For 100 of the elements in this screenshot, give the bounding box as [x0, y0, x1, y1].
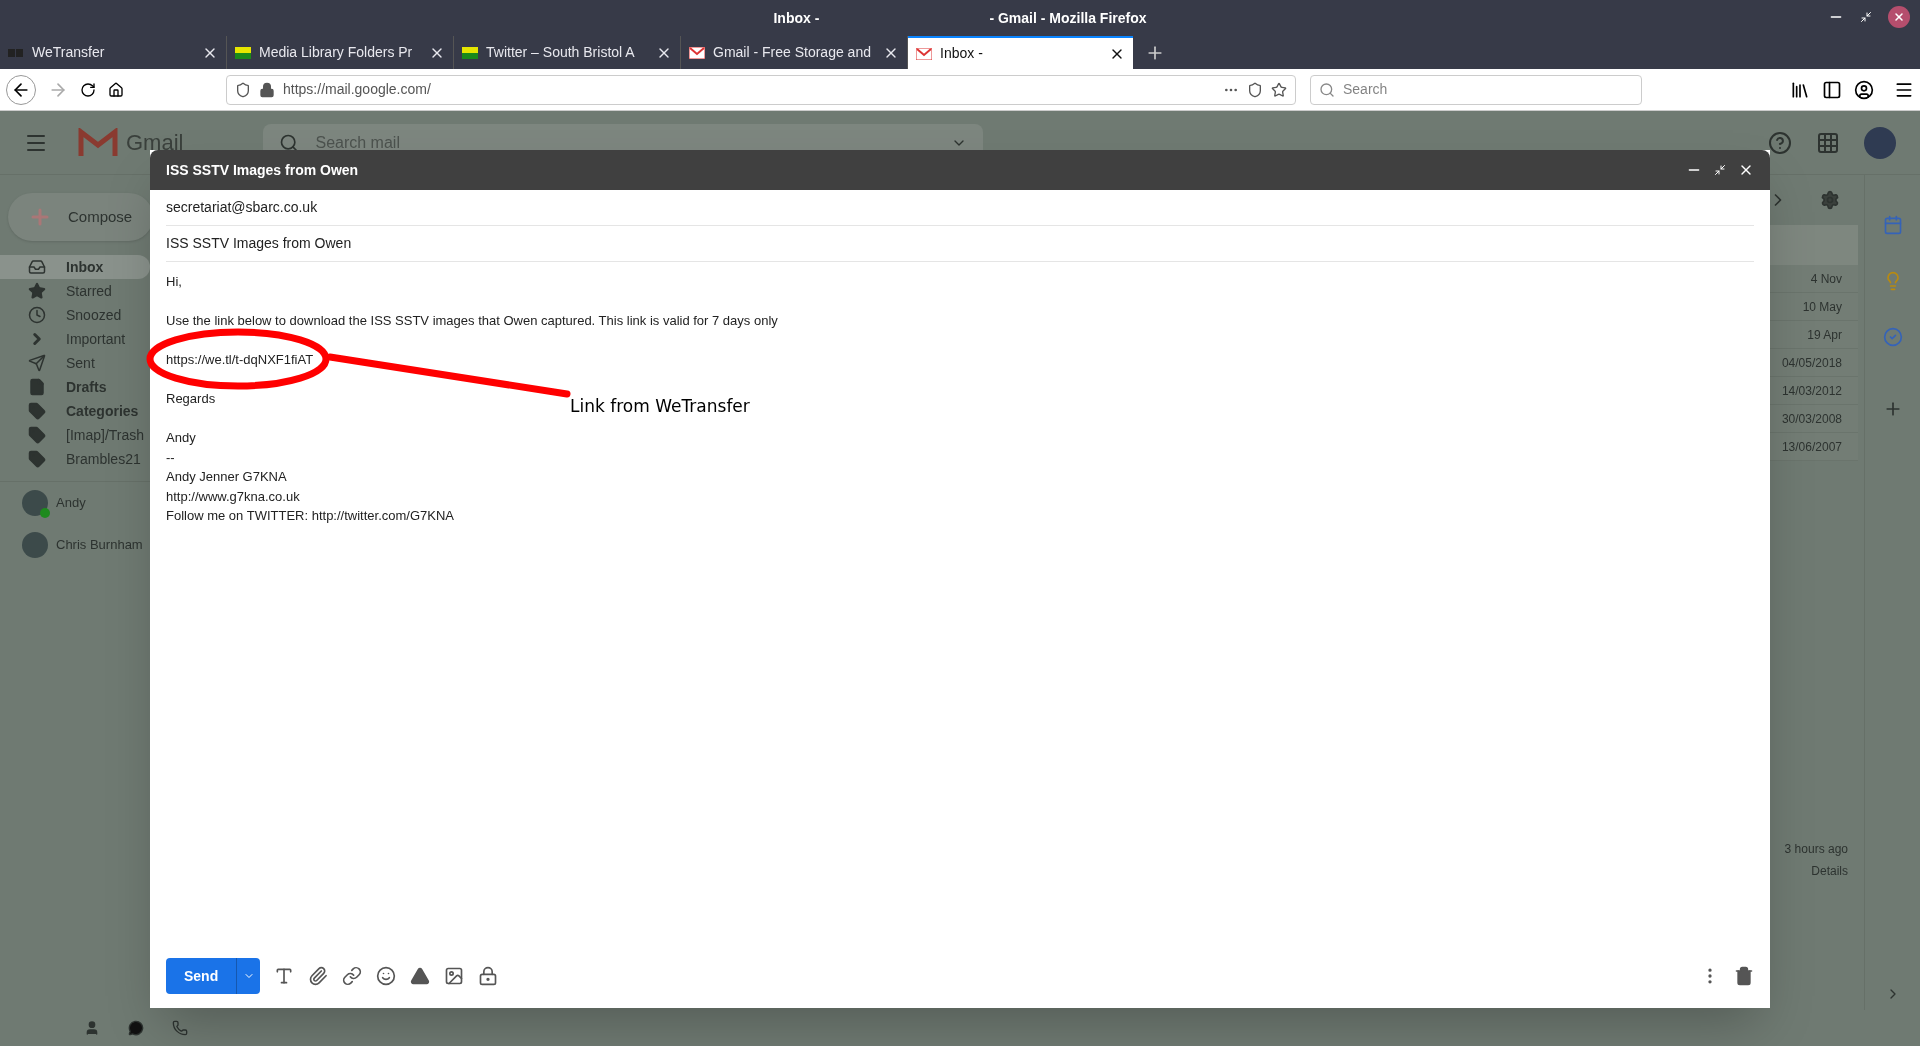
gmail-logo-text: Gmail [126, 129, 184, 157]
emoji-icon[interactable] [376, 966, 397, 986]
avatar [22, 532, 48, 558]
url-text: https://mail.google.com/ [283, 80, 432, 99]
tab-title: WeTransfer [32, 43, 106, 62]
apps-icon[interactable] [1816, 130, 1840, 155]
body-text: Hi, [166, 274, 182, 289]
signature-text: Andy [166, 430, 196, 445]
tab-title: Twitter – South Bristol A [486, 43, 636, 62]
sidebar-item[interactable]: Categories [0, 399, 150, 423]
home-icon[interactable] [108, 81, 124, 98]
send-button[interactable]: Send [166, 958, 237, 994]
sidebar-label: Sent [66, 353, 95, 373]
settings-icon[interactable] [1820, 190, 1840, 210]
sidebar-label: Drafts [66, 377, 107, 397]
search-icon [279, 133, 300, 153]
attach-icon[interactable] [308, 966, 329, 986]
contact[interactable]: Chris Burnham [0, 532, 150, 558]
sidebar-item[interactable]: Starred [0, 279, 150, 303]
gmail-logo-icon [78, 127, 118, 158]
tab-title: Gmail - Free Storage and [713, 43, 872, 62]
chat-icon[interactable] [128, 1020, 144, 1036]
close-button[interactable] [1888, 6, 1910, 28]
sidebar-label: Starred [66, 281, 112, 301]
signature-text: Follow me on TWITTER: http://twitter.com/G7KNA [166, 508, 454, 523]
search-icon [1319, 81, 1335, 98]
star-icon [28, 282, 46, 300]
clock-icon [28, 306, 46, 324]
drive-icon[interactable] [410, 966, 431, 986]
star-icon[interactable] [1271, 81, 1287, 98]
label-icon [28, 426, 46, 444]
sidebar-item[interactable]: Important [0, 327, 150, 351]
sidebar-label: Snoozed [66, 305, 122, 325]
confidential-icon[interactable] [478, 966, 499, 986]
to-field[interactable]: secretariat@sbarc.co.uk [166, 197, 318, 218]
sidebar-label: [Imap]/Trash [66, 425, 145, 445]
sidebar-icon[interactable] [1822, 79, 1842, 100]
annotation-text: Link from WeTransfer [570, 395, 750, 418]
file-icon [28, 378, 46, 396]
window-title: Inbox - [773, 8, 820, 28]
lock-icon [259, 81, 275, 98]
tab-title: Inbox - [940, 44, 984, 63]
sidebar-item[interactable]: Sent [0, 351, 150, 375]
search-field[interactable]: Search [1343, 79, 1633, 100]
sidebar-item[interactable]: Snoozed [0, 303, 150, 327]
sidebar-label: Categories [66, 401, 139, 421]
photo-icon[interactable] [444, 966, 465, 986]
close-icon [1893, 11, 1905, 23]
mail-date: 14/03/2012 [1781, 382, 1842, 400]
mail-icon [916, 47, 932, 60]
body-text: Regards [166, 391, 216, 406]
signature-text: -- [166, 449, 175, 465]
sidebar-label: Brambles21 [66, 449, 141, 469]
link-icon[interactable] [342, 966, 363, 986]
delete-icon[interactable] [1734, 966, 1754, 986]
shield-icon [235, 81, 251, 98]
signature-text: Andy Jenner G7KNA [166, 469, 287, 484]
sidebar-item[interactable]: Inbox [0, 255, 150, 279]
check-icon[interactable] [1882, 327, 1903, 347]
mail-icon [689, 46, 705, 59]
body-text: Use the link below to download the ISS SSTV images that Owen captured. This link is valid for 7 days only [166, 313, 778, 328]
send-options-button[interactable] [236, 958, 261, 994]
window-title: - Gmail - Mozilla Firefox [989, 8, 1147, 28]
details-link[interactable]: Details [1811, 862, 1848, 880]
sidebar-label: Important [66, 329, 126, 349]
sidebar-label: Inbox [66, 257, 104, 277]
mail-date: 10 May [1802, 298, 1842, 316]
contact-name: Andy [56, 494, 86, 513]
browser-tab[interactable]: Inbox - [908, 36, 1133, 69]
reload-icon[interactable] [80, 81, 96, 98]
tab-title: Media Library Folders Pr [259, 43, 414, 62]
send-icon [28, 354, 46, 372]
sidebar-item[interactable]: [Imap]/Trash [0, 423, 150, 447]
formatting-icon[interactable] [274, 966, 295, 986]
restore-icon[interactable] [1714, 164, 1726, 176]
sidebar-item[interactable]: Brambles21 [0, 447, 150, 471]
compose-title: ISS SSTV Images from Owen [166, 160, 360, 180]
person-icon[interactable] [84, 1020, 100, 1036]
phone-icon[interactable] [172, 1020, 188, 1036]
flag-icon [462, 46, 478, 59]
activity-text: 3 hours ago [1784, 841, 1848, 858]
account-icon[interactable] [1854, 79, 1874, 100]
compose-button[interactable]: Compose [8, 193, 153, 241]
subject-field[interactable]: ISS SSTV Images from Owen [166, 233, 352, 254]
contact[interactable]: Andy [0, 490, 150, 516]
help-icon[interactable] [1768, 130, 1792, 155]
avatar[interactable] [1864, 126, 1896, 159]
search-bar[interactable]: Search [1310, 74, 1642, 105]
mail-date: 04/05/2018 [1781, 354, 1842, 372]
mail-date: 19 Apr [1807, 326, 1842, 344]
sidebar-item[interactable]: Drafts [0, 375, 150, 399]
inbox-icon [28, 258, 46, 276]
mail-date: 4 Nov [1810, 270, 1842, 288]
mail-date: 13/06/2007 [1781, 438, 1842, 456]
link-text[interactable]: https://we.tl/t-dqNXF1fiAT [166, 352, 314, 367]
contact-name: Chris Burnham [56, 536, 143, 555]
mail-date: 30/03/2008 [1781, 410, 1842, 428]
address-bar[interactable]: https://mail.google.com/ [226, 74, 1296, 105]
restore-icon[interactable] [1860, 11, 1872, 23]
logo-icon [8, 47, 24, 58]
